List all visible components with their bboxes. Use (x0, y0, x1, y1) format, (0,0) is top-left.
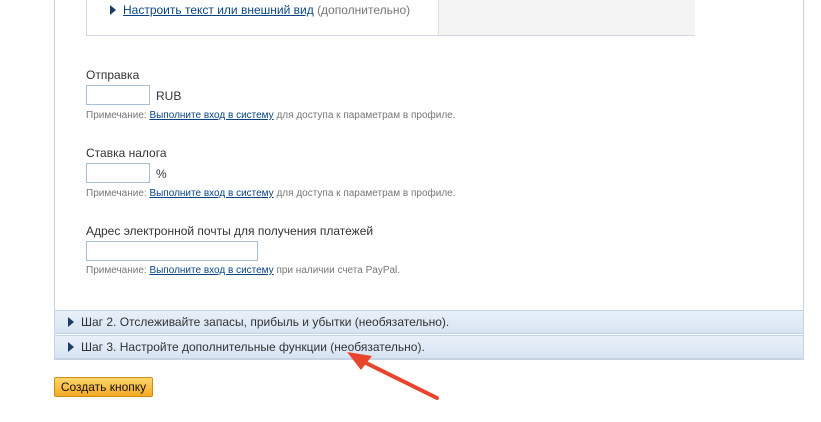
step-2-bar[interactable]: Шаг 2. Отслеживайте запасы, прибыль и уб… (55, 310, 803, 334)
tax-rate-input[interactable] (86, 163, 150, 183)
email-note: Примечание: Выполните вход в систему при… (86, 265, 400, 277)
tax-login-link[interactable]: Выполните вход в систему (149, 188, 273, 199)
expand-triangle-icon (68, 317, 74, 327)
step-3-label: Шаг 3. Настройте дополнительные функции … (81, 340, 425, 354)
email-note-suffix: при наличии счета PayPal. (276, 265, 401, 276)
create-button[interactable]: Создать кнопку (54, 377, 153, 397)
customize-text-link[interactable]: Настроить текст или внешний вид (123, 3, 314, 17)
shipping-note-prefix: Примечание: (86, 110, 147, 121)
shipping-login-link[interactable]: Выполните вход в систему (149, 110, 273, 121)
expand-triangle-icon[interactable] (110, 5, 116, 15)
email-label: Адрес электронной почты для получения пл… (86, 224, 374, 238)
tax-note-suffix: для доступа к параметрам в профиле. (276, 188, 456, 199)
email-login-link[interactable]: Выполните вход в систему (149, 265, 273, 276)
customize-optional-label: (дополнительно) (317, 3, 411, 17)
email-input[interactable] (86, 241, 258, 261)
tax-note: Примечание: Выполните вход в систему для… (86, 188, 456, 200)
shipping-label: Отправка (86, 68, 140, 82)
tax-unit: % (156, 167, 167, 181)
tax-note-prefix: Примечание: (86, 188, 147, 199)
expand-triangle-icon (68, 342, 74, 352)
shipping-input[interactable] (86, 85, 150, 105)
shipping-note: Примечание: Выполните вход в систему для… (86, 110, 456, 122)
tax-label: Ставка налога (86, 146, 167, 160)
shipping-note-suffix: для доступа к параметрам в профиле. (276, 110, 456, 121)
step-2-label: Шаг 2. Отслеживайте запасы, прибыль и уб… (81, 315, 450, 329)
customize-row: Настроить текст или внешний вид (дополни… (110, 3, 410, 17)
email-note-prefix: Примечание: (86, 265, 147, 276)
step-3-bar[interactable]: Шаг 3. Настройте дополнительные функции … (55, 335, 803, 359)
shipping-unit: RUB (156, 89, 182, 103)
preview-pane (438, 0, 695, 35)
